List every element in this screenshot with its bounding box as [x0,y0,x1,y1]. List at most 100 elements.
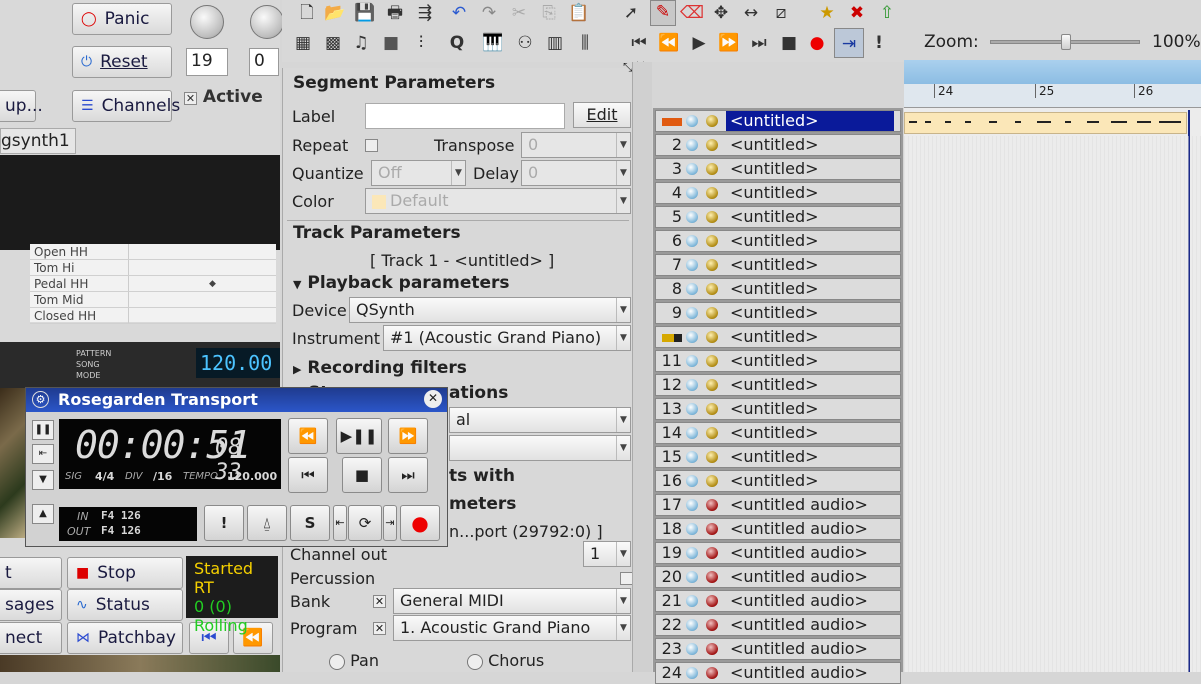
skip-to-end-button[interactable]: ⏭ [388,457,428,493]
loop-button[interactable]: ⟳ [348,505,382,541]
mode-song[interactable]: SONG [76,359,156,370]
color-combo[interactable]: Default ▼ [365,188,631,214]
play-icon[interactable]: ▶ [688,32,710,54]
edit-button[interactable]: Edit [573,102,631,128]
add-track-icon[interactable]: ★ [816,2,838,24]
stop-button[interactable]: ■ [342,457,382,493]
split-tool-icon[interactable]: ⧄ [770,2,792,24]
program-combo[interactable]: 1. Acoustic Grand Piano ▼ [393,615,631,641]
track-row[interactable]: 8 <untitled> [655,278,901,300]
track-row[interactable]: 4 <untitled> [655,182,901,204]
instrument-row[interactable]: Pedal HH ◆ [30,276,276,292]
skip-to-start-button[interactable]: ⏮ [288,457,328,493]
track-row[interactable]: 16 <untitled> [655,470,901,492]
record-led-icon[interactable] [706,643,718,655]
keyboard-icon[interactable]: 🎹 [482,32,504,54]
select-tool-icon[interactable]: ➚ [620,2,642,24]
record-led-icon[interactable] [706,115,718,127]
print-icon[interactable]: 🖶 [384,2,406,24]
record-led-icon[interactable] [706,547,718,559]
track-row[interactable]: <untitled> [655,326,901,348]
active-checkbox[interactable]: ✕ Active [184,87,263,107]
audio-editor-icon[interactable]: ⫶ [410,32,432,54]
record-led-icon[interactable] [706,451,718,463]
record-led-icon[interactable] [706,499,718,511]
paste-icon[interactable]: 📋 [568,2,590,24]
play-pause-button[interactable]: ▶❚❚ [336,418,382,454]
record-led-icon[interactable] [706,211,718,223]
mute-led-icon[interactable] [686,475,698,487]
delay-combo[interactable]: 0 ▼ [521,160,631,186]
record-button[interactable]: ● [400,505,440,541]
quantize-icon[interactable]: Q [446,32,468,54]
track-row[interactable]: 23 <untitled audio> [655,638,901,660]
label-field[interactable] [365,103,565,129]
mute-led-icon[interactable] [686,331,698,343]
mute-led-icon[interactable] [686,547,698,559]
audio-mixer-icon[interactable]: ⫼ [574,32,596,54]
solo-button[interactable]: S [290,505,330,541]
move-track-up-icon[interactable]: ⇧ [876,2,898,24]
track-row[interactable]: 22 <untitled audio> [655,614,901,636]
segment-canvas[interactable]: 24 25 26 [904,60,1201,672]
mute-led-icon[interactable] [686,139,698,151]
track-row[interactable]: 5 <untitled> [655,206,901,228]
record-led-icon[interactable] [706,355,718,367]
record-led-icon[interactable] [706,139,718,151]
record-led-icon[interactable] [706,523,718,535]
quantize-combo[interactable]: Off ▼ [371,160,466,186]
copy-icon[interactable]: ⎘ [538,2,560,24]
record-led-icon[interactable] [706,259,718,271]
messages-button[interactable]: sages [0,589,62,621]
setup-button[interactable]: up... [0,90,43,122]
fast-forward-icon[interactable]: ⏩ [718,32,740,54]
gain-knob[interactable] [190,5,224,39]
bar-ruler[interactable]: 24 25 26 [904,84,1201,108]
undo-icon[interactable]: ↶ [448,2,470,24]
playback-params-toggle[interactable]: ▼ Playback parameters [293,273,510,293]
track-row[interactable]: 21 <untitled audio> [655,590,901,612]
track-row[interactable]: 24 <untitled audio> [655,662,901,684]
record-led-icon[interactable] [706,619,718,631]
mute-led-icon[interactable] [686,259,698,271]
mute-led-icon[interactable] [686,115,698,127]
panel-splitter[interactable] [632,62,652,672]
window-menu-icon[interactable]: ⚙ [32,391,49,408]
new-file-icon[interactable]: 🗋 [296,2,318,24]
repeat-checkbox[interactable] [365,139,378,152]
piano-icon[interactable]: ▥ [544,32,566,54]
instrument-row[interactable]: Tom Hi [30,260,276,276]
instrument-row[interactable]: Closed HH [30,308,276,324]
track-row[interactable]: 19 <untitled audio> [655,542,901,564]
redo-icon[interactable]: ↷ [478,2,500,24]
transpose-combo[interactable]: 0 ▼ [521,132,631,158]
status-button[interactable]: ∿ Status [67,589,183,621]
device-combo[interactable]: QSynth ▼ [349,297,631,323]
mode-selector[interactable]: PATTERN SONG MODE [76,348,156,381]
pause-icon[interactable]: ❚❚ [32,420,54,440]
rewind-button[interactable]: ⏪ [288,418,328,454]
stop-button[interactable]: ■ Stop [67,557,183,589]
mute-led-icon[interactable] [686,427,698,439]
draw-tool-icon[interactable]: ✎ [650,0,676,26]
scroll-follow-icon[interactable]: ⇥ [834,28,864,58]
instrument-row[interactable]: Tom Mid [30,292,276,308]
loop-ruler[interactable] [904,60,1201,84]
panic-button[interactable]: ◯ Panic [72,3,172,35]
fast-forward-button[interactable]: ⏩ [388,418,428,454]
zoom-slider[interactable] [990,34,1140,50]
time-display[interactable]: 00:00:51 08 33 SIG 4/4 DIV /16 TEMPO 120… [59,419,281,489]
mode-pattern[interactable]: PATTERN [76,348,156,359]
track-row[interactable]: 20 <untitled audio> [655,566,901,588]
record-led-icon[interactable] [706,163,718,175]
track-row[interactable]: 15 <untitled> [655,446,901,468]
record-led-icon[interactable] [706,403,718,415]
panic-icon[interactable]: ! [868,32,890,54]
record-led-icon[interactable] [706,595,718,607]
track-row[interactable]: 11 <untitled> [655,350,901,372]
left-arrow-icon[interactable]: ⇤ [32,444,54,464]
channels-button[interactable]: ☰ Channels [72,90,180,122]
collapse-icon[interactable]: ▼ [32,470,54,490]
mute-led-icon[interactable] [686,403,698,415]
qsynth-tab[interactable]: gsynth1 [0,128,76,154]
